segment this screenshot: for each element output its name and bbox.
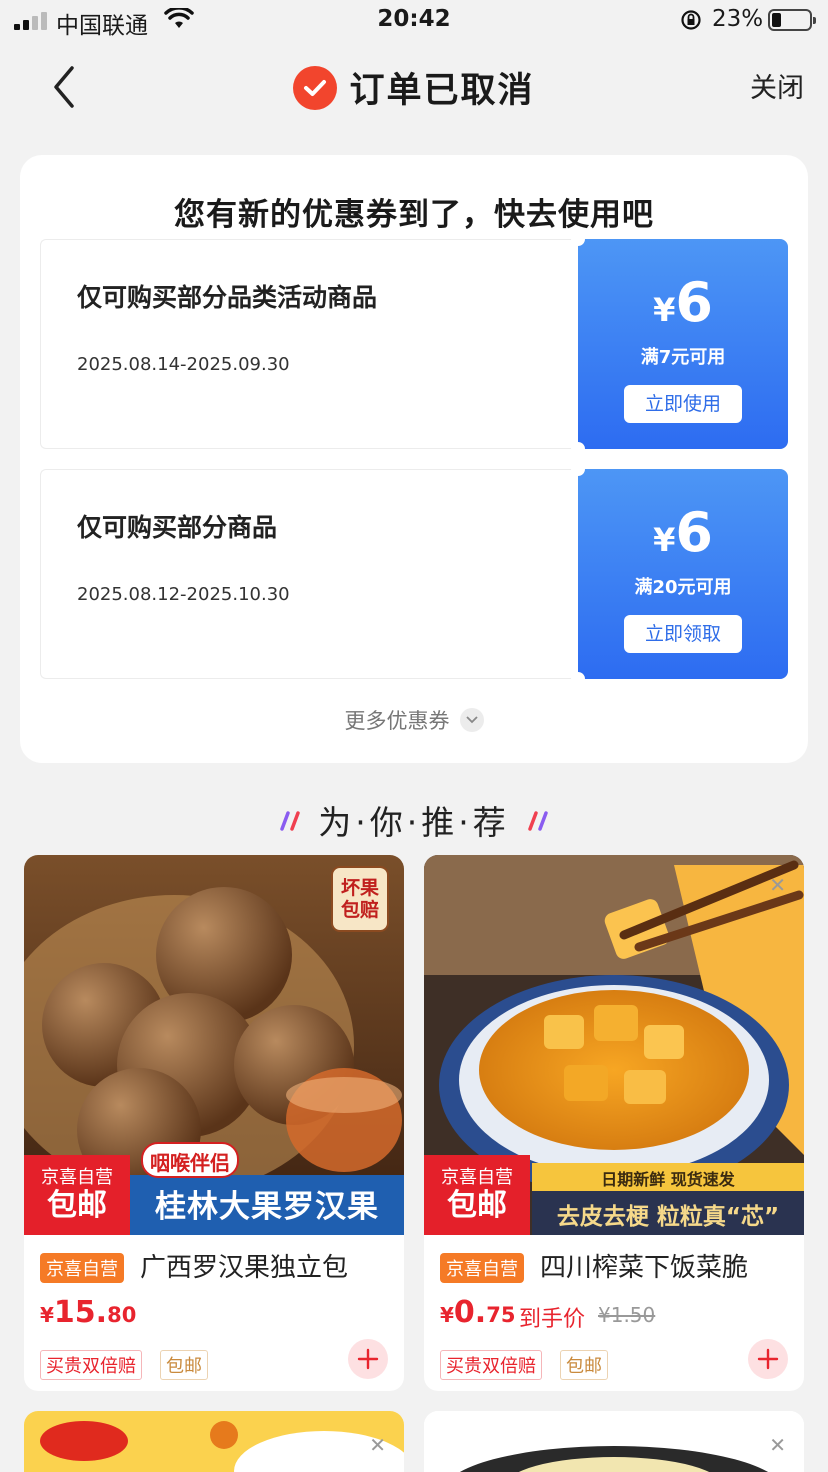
coupon-info: 仅可购买部分商品 2025.08.12-2025.10.30	[40, 469, 580, 679]
use-coupon-button[interactable]: 立即使用	[624, 385, 742, 423]
coupon-description: 仅可购买部分品类活动商品	[77, 283, 378, 312]
price-integer: 15.	[53, 1295, 108, 1330]
plus-icon	[757, 1348, 779, 1370]
check-circle-icon	[293, 65, 338, 110]
shop-tag: 京喜自营	[440, 1253, 524, 1283]
product-price: ¥15.80	[40, 1295, 136, 1330]
price-integer: 0.	[453, 1295, 487, 1330]
image-banner: 去皮去梗 粒粒真“芯”	[556, 1204, 780, 1230]
close-button[interactable]: 关闭	[750, 66, 804, 105]
add-to-cart-button[interactable]	[748, 1339, 788, 1379]
currency-symbol: ¥	[653, 521, 676, 559]
price-decimal: 75	[486, 1303, 516, 1327]
coupon-validity: 2025.08.12-2025.10.30	[77, 584, 290, 605]
free-shipping-badge: 包邮	[560, 1350, 608, 1380]
image-ribbon: 日期新鲜 现货速发	[601, 1170, 735, 1189]
add-to-cart-button[interactable]	[348, 1339, 388, 1379]
product-price: ¥0.75	[440, 1295, 515, 1330]
image-tag: 咽喉伴侣	[150, 1151, 230, 1175]
left-slash-decoration-icon	[280, 811, 300, 831]
product-image[interactable]: 坏果包赔 咽喉伴侣 桂林大果罗汉果 京喜自营 包邮	[24, 855, 404, 1235]
product-image[interactable]	[24, 1411, 404, 1472]
nav-title-group: 订单已取消	[0, 62, 828, 113]
currency-symbol: ¥	[653, 291, 676, 329]
coupon-validity: 2025.08.14-2025.09.30	[77, 354, 290, 375]
image-label-top: 京喜自营	[441, 1167, 513, 1188]
claim-coupon-button[interactable]: 立即领取	[624, 615, 742, 653]
coupon-amount-value: 6	[675, 501, 713, 564]
coupon-threshold: 满7元可用	[640, 347, 726, 368]
recommend-heading: 为·你·推·荐	[0, 796, 828, 844]
coupon-heading: 您有新的优惠券到了，快去使用吧	[174, 197, 654, 233]
image-banner: 桂林大果罗汉果	[155, 1189, 379, 1225]
product-info: 京喜自营 四川榨菜下饭菜脆 ¥0.75 到手价 ¥1.50 买贵双倍赔 包邮	[424, 1235, 804, 1391]
coupon-info: 仅可购买部分品类活动商品 2025.08.14-2025.09.30	[40, 239, 580, 449]
more-coupons-link[interactable]: 更多优惠券	[20, 705, 808, 735]
product-name[interactable]: 广西罗汉果独立包	[140, 1247, 348, 1284]
image-label-bottom: 包邮	[447, 1188, 507, 1223]
dismiss-icon[interactable]: ✕	[369, 1433, 386, 1457]
image-label: 京喜自营 包邮	[24, 1155, 130, 1235]
price-currency: ¥	[440, 1303, 454, 1327]
price-decimal: 80	[107, 1303, 137, 1327]
product-card[interactable]: ✕	[424, 1411, 804, 1472]
free-shipping-badge: 包邮	[160, 1350, 208, 1380]
coupon-card: 仅可购买部分品类活动商品 2025.08.14-2025.09.30 ¥6 满7…	[40, 232, 788, 456]
original-price: ¥1.50	[598, 1303, 656, 1327]
battery-percent: 23%	[712, 6, 764, 32]
coupon-panel: 您有新的优惠券到了，快去使用吧 仅可购买部分品类活动商品 2025.08.14-…	[20, 155, 808, 763]
right-slash-decoration-icon	[527, 811, 548, 831]
coupon-amount-value: 6	[675, 271, 713, 334]
coupon-value-panel: ¥6 满7元可用 立即使用	[571, 232, 788, 456]
clock: 20:42	[377, 6, 451, 32]
final-price-label: 到手价	[519, 1307, 586, 1332]
dismiss-icon[interactable]: ✕	[769, 1433, 786, 1457]
rotation-lock-icon	[681, 10, 701, 30]
price-currency: ¥	[40, 1303, 54, 1327]
shop-tag: 京喜自营	[40, 1253, 124, 1283]
recommend-title: 为·你·推·荐	[318, 803, 510, 842]
coupon-threshold: 满20元可用	[634, 577, 732, 598]
product-name[interactable]: 四川榨菜下饭菜脆	[540, 1247, 748, 1284]
chevron-down-icon	[459, 708, 484, 732]
image-badge: 坏果包赔	[340, 877, 379, 921]
product-card[interactable]: 坏果包赔 咽喉伴侣 桂林大果罗汉果 京喜自营 包邮 京喜自营 广西罗汉果独立包 …	[24, 855, 404, 1391]
more-coupons-label: 更多优惠券	[344, 709, 450, 733]
dismiss-icon[interactable]: ✕	[769, 873, 786, 897]
coupon-description: 仅可购买部分商品	[77, 513, 278, 542]
page-title: 订单已取消	[349, 71, 535, 111]
battery-icon	[768, 9, 816, 31]
image-label: 京喜自营 包邮	[424, 1155, 530, 1235]
product-image[interactable]: ✕ 日期新鲜 现货速发 去皮去梗 粒粒真“芯” 京喜自营 包邮	[424, 855, 804, 1235]
product-card[interactable]: ✕	[24, 1411, 404, 1472]
product-image[interactable]	[424, 1411, 804, 1472]
double-compensation-badge: 买贵双倍赔	[40, 1350, 142, 1380]
coupon-amount: ¥6	[578, 275, 788, 331]
product-info: 京喜自营 广西罗汉果独立包 ¥15.80 买贵双倍赔 包邮	[24, 1235, 404, 1391]
status-bar: 中国联通 20:42 23%	[0, 0, 828, 44]
nav-bar: 订单已取消 关闭	[0, 48, 828, 128]
product-card[interactable]: ✕ 日期新鲜 现货速发 去皮去梗 粒粒真“芯” 京喜自营 包邮 京喜自营 四川榨…	[424, 855, 804, 1391]
double-compensation-badge: 买贵双倍赔	[440, 1350, 542, 1380]
coupon-amount: ¥6	[578, 505, 788, 561]
image-label-top: 京喜自营	[41, 1167, 113, 1188]
coupon-card: 仅可购买部分商品 2025.08.12-2025.10.30 ¥6 满20元可用…	[40, 462, 788, 686]
image-label-bottom: 包邮	[47, 1188, 107, 1223]
plus-icon	[357, 1348, 379, 1370]
coupon-value-panel: ¥6 满20元可用 立即领取	[571, 462, 788, 686]
